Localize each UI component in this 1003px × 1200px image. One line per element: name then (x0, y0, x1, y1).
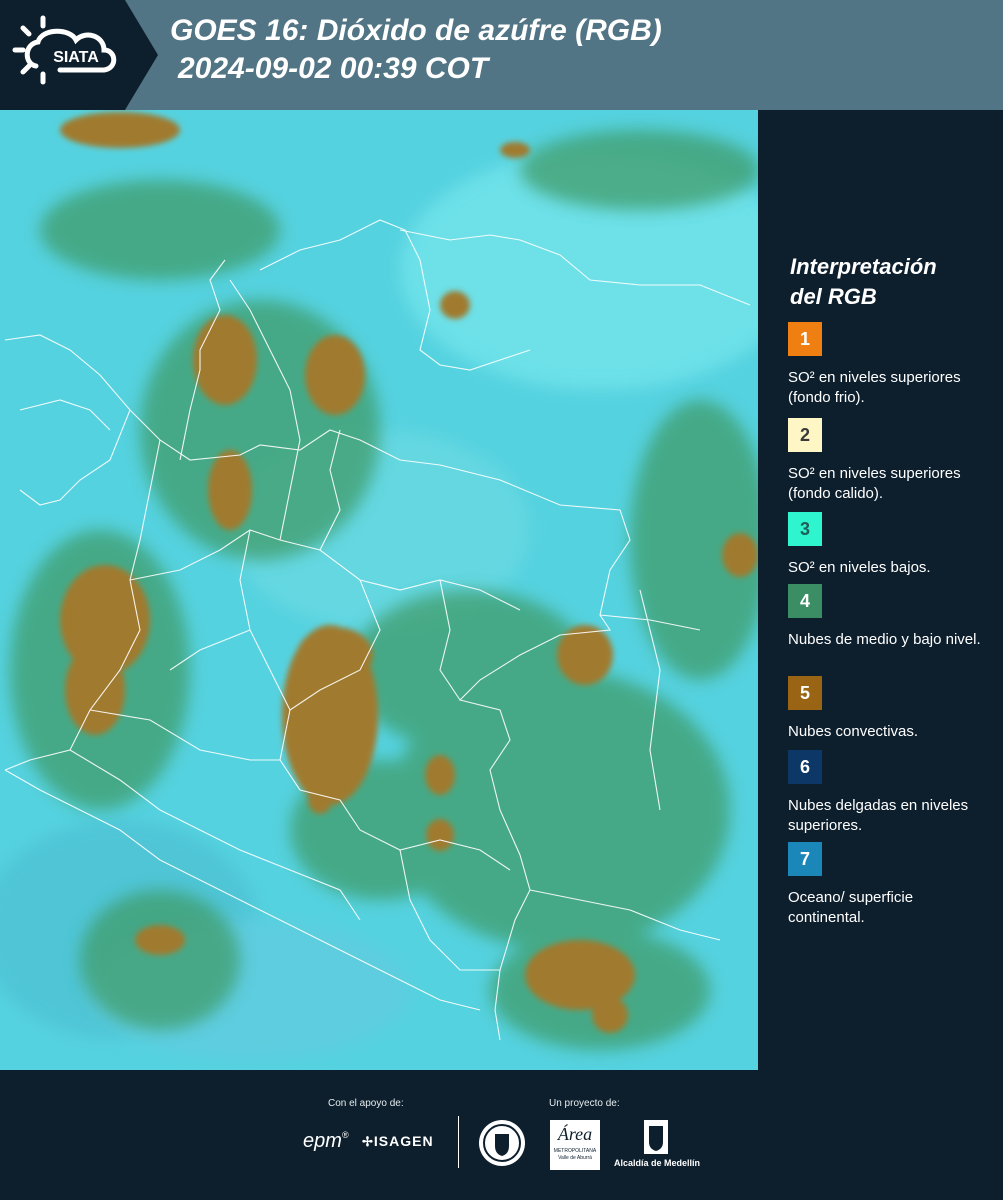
legend-swatch: 2 (788, 418, 822, 452)
legend-number: 4 (799, 590, 810, 611)
epm-logo: epm® (303, 1130, 349, 1152)
legend-number: 6 (799, 756, 810, 777)
legend-item: 2 SO² en niveles superiores (fondo calid… (788, 418, 988, 504)
legend-number: 7 (799, 848, 810, 869)
legend-number: 2 (799, 424, 810, 445)
legend-title-line2: del RGB (790, 284, 877, 309)
legend-item: 1 SO² en niveles superiores (fondo frio)… (788, 322, 988, 408)
legend-title-line1: Interpretación (790, 254, 937, 279)
legend-title: Interpretación del RGB (790, 252, 990, 312)
legend-swatch: 6 (788, 750, 822, 784)
legend-swatch: 1 (788, 322, 822, 356)
legend-item: 6 Nubes delgadas en niveles superiores. (788, 750, 988, 836)
legend-item: 5 Nubes convectivas. (788, 676, 988, 742)
page-title: GOES 16: Dióxido de azúfre (RGB) (170, 14, 662, 47)
legend-label: Nubes de medio y bajo nivel. (788, 631, 981, 648)
siata-logo-text: SIATA (53, 49, 99, 66)
footer-bar: Con el apoyo de: Un proyecto de: epm® ✢I… (0, 1070, 1003, 1200)
alcaldia-crest-icon (644, 1120, 668, 1154)
epm-logo-text: epm (303, 1130, 342, 1152)
legend-item: 4 Nubes de medio y bajo nivel. (788, 584, 988, 650)
legend-swatch: 5 (788, 676, 822, 710)
area-logo-sub1: METROPOLITANA (553, 1148, 597, 1154)
legend-label: SO² en niveles superiores (fondo calido)… (788, 465, 961, 502)
legend-item: 7 Oceano/ superficie continental. (788, 842, 988, 928)
legend-label: Nubes delgadas en niveles superiores. (788, 797, 969, 834)
page-timestamp: 2024-09-02 00:39 COT (178, 52, 489, 85)
legend-swatch: 4 (788, 584, 822, 618)
legend-panel: Interpretación del RGB 1 SO² en niveles … (758, 110, 1003, 1070)
header-bar: SIATA GOES 16: Dióxido de azúfre (RGB) 2… (0, 0, 1003, 110)
logo-block: SIATA (0, 0, 158, 110)
legend-item: 3 SO² en niveles bajos. (788, 512, 988, 578)
medellin-seal-logo (479, 1120, 525, 1166)
legend-label: Oceano/ superficie continental. (788, 889, 914, 926)
satellite-map (0, 110, 758, 1070)
isagen-icon: ✢ (362, 1134, 374, 1149)
alcaldia-logo-text: Alcaldía de Medellín (614, 1158, 701, 1168)
area-logo-text: Área (557, 1124, 593, 1144)
support-caption: Con el apoyo de: (328, 1098, 404, 1109)
legend-label: SO² en niveles superiores (fondo frio). (788, 369, 961, 406)
legend-number: 3 (799, 518, 810, 539)
isagen-logo-text: ISAGEN (373, 1133, 434, 1149)
isagen-logo: ✢ISAGEN (362, 1133, 434, 1150)
legend-number: 5 (799, 682, 810, 703)
legend-label: SO² en niveles bajos. (788, 559, 931, 576)
legend-number: 1 (799, 328, 810, 349)
area-logo-sub2: Valle de Aburrá (558, 1155, 592, 1161)
legend-label: Nubes convectivas. (788, 723, 919, 740)
project-caption: Un proyecto de: (549, 1098, 620, 1109)
legend-swatch: 3 (788, 512, 822, 546)
area-metropolitana-logo: Área METROPOLITANA Valle de Aburrá (550, 1120, 600, 1170)
footer-divider (458, 1116, 459, 1168)
legend-swatch: 7 (788, 842, 822, 876)
